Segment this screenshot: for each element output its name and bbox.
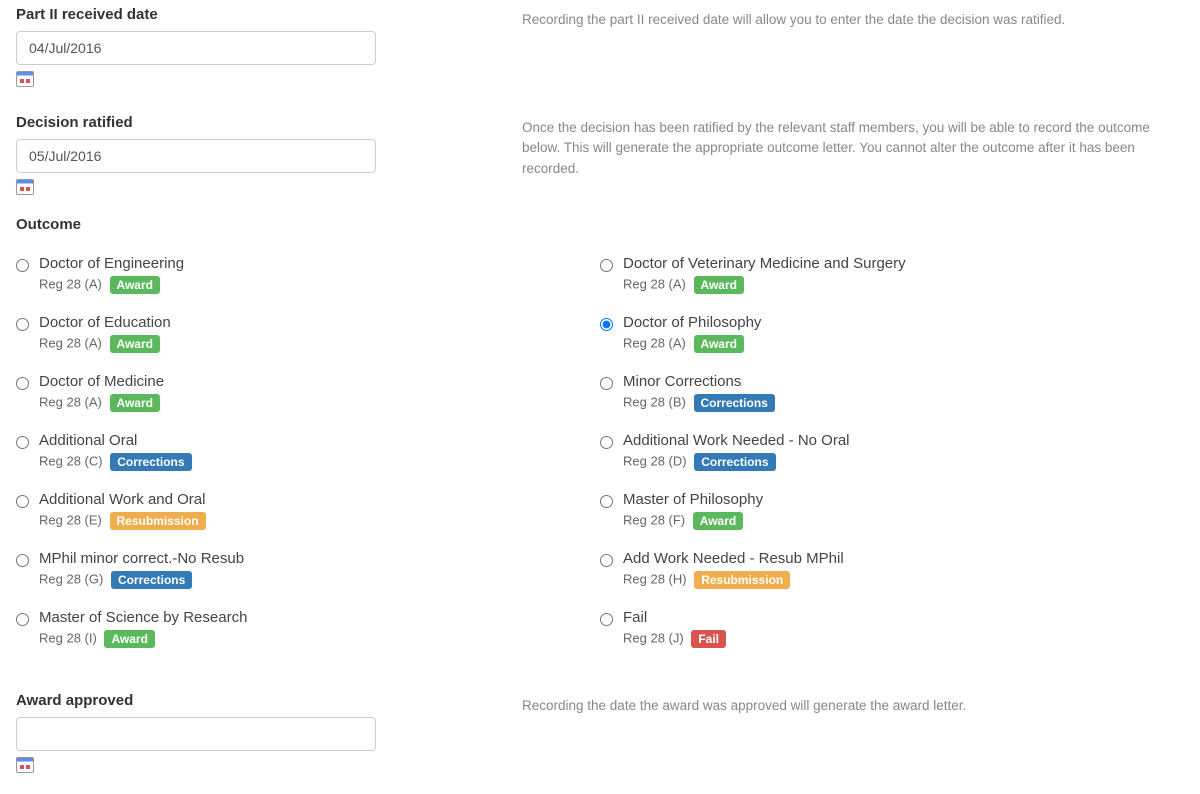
outcome-badge: Award <box>694 335 744 353</box>
outcome-option[interactable]: Additional Work and Oral Reg 28 (E) Resub… <box>16 491 600 530</box>
outcome-option[interactable]: Doctor of Medicine Reg 28 (A) Award <box>16 373 600 412</box>
outcome-reg: Reg 28 (J) Fail <box>623 630 1184 648</box>
outcome-radio[interactable] <box>600 259 613 272</box>
outcome-badge: Resubmission <box>110 512 206 530</box>
outcome-reg: Reg 28 (E) Resubmission <box>39 512 600 530</box>
decision-ratified-label: Decision ratified <box>16 114 506 131</box>
outcome-reg: Reg 28 (A) Award <box>39 335 600 353</box>
outcome-radio[interactable] <box>16 613 29 626</box>
outcome-title: Add Work Needed - Resub MPhil <box>623 550 1184 567</box>
outcome-option[interactable]: Minor Corrections Reg 28 (B) Corrections <box>600 373 1184 412</box>
outcome-radio[interactable] <box>16 495 29 508</box>
outcome-reg: Reg 28 (A) Award <box>39 276 600 294</box>
outcome-radio[interactable] <box>600 554 613 567</box>
outcome-reg: Reg 28 (G) Corrections <box>39 571 600 589</box>
part2-received-input[interactable] <box>16 31 376 65</box>
outcome-title: MPhil minor correct.-No Resub <box>39 550 600 567</box>
outcome-radio[interactable] <box>600 613 613 626</box>
outcome-title: Fail <box>623 609 1184 626</box>
outcome-title: Doctor of Veterinary Medicine and Surger… <box>623 255 1184 272</box>
outcome-title: Master of Philosophy <box>623 491 1184 508</box>
award-approved-label: Award approved <box>16 692 506 709</box>
outcome-title: Doctor of Engineering <box>39 255 600 272</box>
outcome-option[interactable]: Master of Science by Research Reg 28 (I) … <box>16 609 600 648</box>
award-approved-input[interactable] <box>16 717 376 751</box>
outcome-reg: Reg 28 (C) Corrections <box>39 453 600 471</box>
outcome-title: Master of Science by Research <box>39 609 600 626</box>
outcome-option[interactable]: FailReg 28 (J) Fail <box>600 609 1184 648</box>
part2-received-desc: Recording the part II received date will… <box>522 10 1184 30</box>
outcome-badge: Corrections <box>694 394 775 412</box>
outcome-option[interactable]: Additional Oral Reg 28 (C) Corrections <box>16 432 600 471</box>
outcome-radio[interactable] <box>600 436 613 449</box>
outcome-title: Additional Work Needed - No Oral <box>623 432 1184 449</box>
outcome-reg: Reg 28 (A) Award <box>623 276 1184 294</box>
outcome-label: Outcome <box>16 216 1184 233</box>
outcome-option[interactable]: MPhil minor correct.-No Resub Reg 28 (G) … <box>16 550 600 589</box>
outcome-reg: Reg 28 (A) Award <box>623 335 1184 353</box>
outcome-option[interactable]: Master of Philosophy Reg 28 (F) Award <box>600 491 1184 530</box>
outcome-badge: Resubmission <box>694 571 790 589</box>
calendar-icon[interactable] <box>16 179 34 195</box>
outcome-radio[interactable] <box>16 554 29 567</box>
part2-received-label: Part II received date <box>16 6 506 23</box>
outcome-badge: Award <box>694 276 744 294</box>
outcome-reg: Reg 28 (H) Resubmission <box>623 571 1184 589</box>
calendar-icon[interactable] <box>16 71 34 87</box>
outcome-radio[interactable] <box>16 436 29 449</box>
outcome-reg: Reg 28 (D) Corrections <box>623 453 1184 471</box>
award-approved-desc: Recording the date the award was approve… <box>522 696 1184 716</box>
outcome-reg: Reg 28 (F) Award <box>623 512 1184 530</box>
outcome-badge: Corrections <box>111 571 192 589</box>
decision-ratified-input[interactable] <box>16 139 376 173</box>
outcome-radio[interactable] <box>16 259 29 272</box>
outcome-badge: Fail <box>691 630 726 648</box>
outcome-option[interactable]: Doctor of Philosophy Reg 28 (A) Award <box>600 314 1184 353</box>
outcome-badge: Award <box>104 630 154 648</box>
outcome-badge: Corrections <box>110 453 191 471</box>
outcome-title: Minor Corrections <box>623 373 1184 390</box>
outcome-reg: Reg 28 (A) Award <box>39 394 600 412</box>
outcome-title: Additional Work and Oral <box>39 491 600 508</box>
outcome-option[interactable]: Additional Work Needed - No Oral Reg 28 (… <box>600 432 1184 471</box>
outcome-reg: Reg 28 (B) Corrections <box>623 394 1184 412</box>
outcome-title: Additional Oral <box>39 432 600 449</box>
calendar-icon[interactable] <box>16 757 34 773</box>
outcome-radio[interactable] <box>600 495 613 508</box>
outcome-radio[interactable] <box>600 377 613 390</box>
outcome-radio[interactable] <box>16 318 29 331</box>
outcome-title: Doctor of Education <box>39 314 600 331</box>
decision-ratified-desc: Once the decision has been ratified by t… <box>522 118 1184 179</box>
outcome-title: Doctor of Medicine <box>39 373 600 390</box>
outcome-badge: Award <box>110 335 160 353</box>
outcome-badge: Award <box>110 276 160 294</box>
outcome-option[interactable]: Doctor of Veterinary Medicine and Surger… <box>600 255 1184 294</box>
outcome-radio[interactable] <box>600 318 613 331</box>
outcome-option[interactable]: Add Work Needed - Resub MPhil Reg 28 (H) … <box>600 550 1184 589</box>
outcome-option[interactable]: Doctor of Education Reg 28 (A) Award <box>16 314 600 353</box>
outcome-badge: Award <box>110 394 160 412</box>
outcome-badge: Award <box>693 512 743 530</box>
outcome-title: Doctor of Philosophy <box>623 314 1184 331</box>
outcome-radio[interactable] <box>16 377 29 390</box>
outcome-badge: Corrections <box>694 453 775 471</box>
outcome-option[interactable]: Doctor of Engineering Reg 28 (A) Award <box>16 255 600 294</box>
outcome-reg: Reg 28 (I) Award <box>39 630 600 648</box>
